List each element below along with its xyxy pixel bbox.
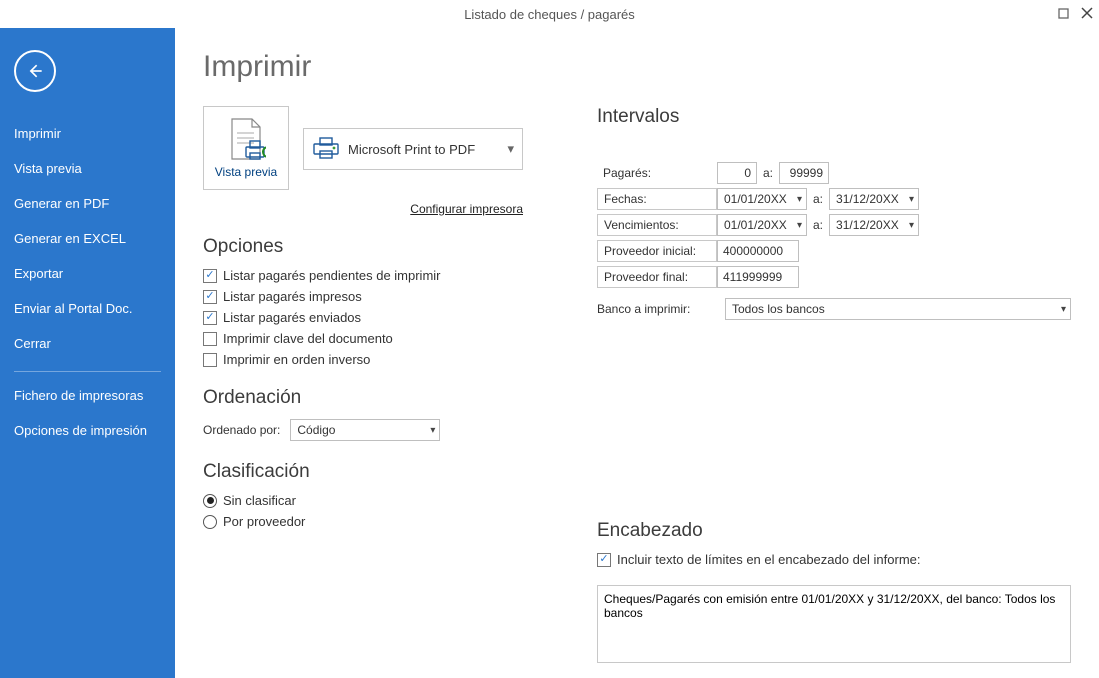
title-bar: Listado de cheques / pagarés	[0, 0, 1099, 28]
fechas-from-dropdown[interactable]: 01/01/20XX ▾	[717, 188, 807, 210]
checkbox-icon	[203, 332, 217, 346]
proveedor-inicial-label: Proveedor inicial:	[597, 240, 717, 262]
fechas-to-dropdown[interactable]: 31/12/20XX ▾	[829, 188, 919, 210]
order-value: Código	[297, 423, 335, 437]
option-label: Listar pagarés impresos	[223, 289, 362, 304]
proveedor-final-label: Proveedor final:	[597, 266, 717, 288]
checkbox-icon: ✓	[203, 269, 217, 283]
option-label: Imprimir en orden inverso	[223, 352, 370, 367]
sidebar: Imprimir Vista previa Generar en PDF Gen…	[0, 28, 175, 678]
chevron-down-icon: ▾	[430, 425, 435, 436]
option-inverso[interactable]: Imprimir en orden inverso	[203, 352, 553, 367]
chevron-down-icon: ▾	[797, 220, 802, 231]
checkbox-icon: ✓	[203, 290, 217, 304]
chevron-down-icon: ▾	[797, 194, 802, 205]
pagares-from-input[interactable]: 0	[717, 162, 757, 184]
venc-from-dropdown[interactable]: 01/01/20XX ▾	[717, 214, 807, 236]
vencimientos-label: Vencimientos:	[597, 214, 717, 236]
checkbox-icon	[203, 353, 217, 367]
class-sin-clasificar[interactable]: Sin clasificar	[203, 493, 553, 508]
include-header-checkbox[interactable]: ✓ Incluir texto de límites en el encabez…	[597, 552, 1071, 567]
class-por-proveedor[interactable]: Por proveedor	[203, 514, 553, 529]
header-heading: Encabezado	[597, 520, 1071, 542]
proveedor-final-input[interactable]: 411999999	[717, 266, 799, 288]
sidebar-item-enviar-portal[interactable]: Enviar al Portal Doc.	[0, 291, 175, 326]
option-impresos[interactable]: ✓ Listar pagarés impresos	[203, 289, 553, 304]
a-label: a:	[813, 218, 823, 232]
preview-button-label: Vista previa	[215, 165, 277, 179]
radio-label: Sin clasificar	[223, 493, 296, 508]
sidebar-item-opciones-impresion[interactable]: Opciones de impresión	[0, 413, 175, 448]
configure-printer-link[interactable]: Configurar impresora	[410, 202, 523, 216]
header-textarea[interactable]	[597, 585, 1071, 663]
preview-button[interactable]: Vista previa	[203, 106, 289, 190]
classification-heading: Clasificación	[203, 461, 553, 483]
document-preview-icon	[226, 117, 266, 161]
a-label: a:	[763, 166, 773, 180]
date-value: 31/12/20XX	[836, 218, 899, 232]
venc-to-dropdown[interactable]: 31/12/20XX ▾	[829, 214, 919, 236]
options-heading: Opciones	[203, 236, 553, 258]
window-close-icon[interactable]	[1081, 6, 1093, 23]
option-clave[interactable]: Imprimir clave del documento	[203, 331, 553, 346]
sidebar-item-cerrar[interactable]: Cerrar	[0, 326, 175, 361]
chevron-down-icon: ▾	[507, 141, 514, 157]
sidebar-item-imprimir[interactable]: Imprimir	[0, 116, 175, 151]
bank-value: Todos los bancos	[732, 302, 825, 316]
option-label: Listar pagarés enviados	[223, 310, 361, 325]
fechas-label: Fechas:	[597, 188, 717, 210]
main-content: Imprimir	[175, 28, 1099, 678]
bank-label: Banco a imprimir:	[597, 302, 709, 316]
radio-label: Por proveedor	[223, 514, 305, 529]
printer-dropdown[interactable]: Microsoft Print to PDF ▾	[303, 128, 523, 170]
pagares-label: Pagarés:	[597, 162, 717, 184]
window-maximize-icon[interactable]	[1058, 6, 1069, 23]
date-value: 01/01/20XX	[724, 192, 787, 206]
radio-icon	[203, 515, 217, 529]
sidebar-item-generar-pdf[interactable]: Generar en PDF	[0, 186, 175, 221]
option-enviados[interactable]: ✓ Listar pagarés enviados	[203, 310, 553, 325]
intervals-heading: Intervalos	[597, 106, 1071, 128]
option-label: Listar pagarés pendientes de imprimir	[223, 268, 441, 283]
radio-icon	[203, 494, 217, 508]
checkbox-icon: ✓	[597, 553, 611, 567]
sidebar-item-exportar[interactable]: Exportar	[0, 256, 175, 291]
sidebar-item-vista-previa[interactable]: Vista previa	[0, 151, 175, 186]
window-title: Listado de cheques / pagarés	[464, 7, 635, 22]
date-value: 31/12/20XX	[836, 192, 899, 206]
printer-icon	[312, 136, 340, 163]
a-label: a:	[813, 192, 823, 206]
bank-dropdown[interactable]: Todos los bancos ▾	[725, 298, 1071, 320]
option-label: Imprimir clave del documento	[223, 331, 393, 346]
sidebar-item-fichero-impresoras[interactable]: Fichero de impresoras	[0, 378, 175, 413]
page-title: Imprimir	[203, 50, 1071, 84]
sidebar-item-generar-excel[interactable]: Generar en EXCEL	[0, 221, 175, 256]
date-value: 01/01/20XX	[724, 218, 787, 232]
pagares-to-input[interactable]: 99999	[779, 162, 829, 184]
chevron-down-icon: ▾	[909, 220, 914, 231]
sidebar-separator	[14, 371, 161, 372]
chevron-down-icon: ▾	[1061, 304, 1066, 315]
order-dropdown[interactable]: Código ▾	[290, 419, 440, 441]
printer-name: Microsoft Print to PDF	[348, 142, 475, 157]
checkbox-icon: ✓	[203, 311, 217, 325]
include-header-label: Incluir texto de límites en el encabezad…	[617, 552, 921, 567]
order-label: Ordenado por:	[203, 423, 280, 437]
proveedor-inicial-input[interactable]: 400000000	[717, 240, 799, 262]
chevron-down-icon: ▾	[909, 194, 914, 205]
option-pendientes[interactable]: ✓ Listar pagarés pendientes de imprimir	[203, 268, 553, 283]
back-button[interactable]	[14, 50, 56, 92]
order-heading: Ordenación	[203, 387, 553, 409]
